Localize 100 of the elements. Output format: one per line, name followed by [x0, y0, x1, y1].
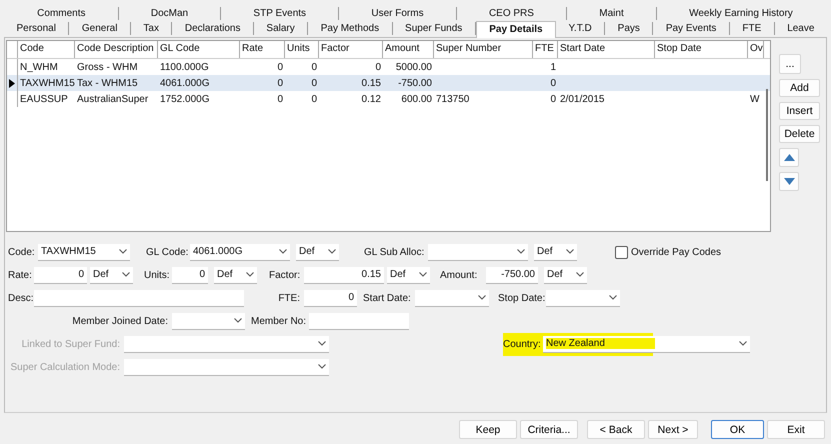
table-cell-text: N_WHM: [19, 62, 59, 72]
table-cell-text: 0: [549, 78, 557, 88]
table-cell-text: -750.00: [397, 78, 433, 88]
tab[interactable]: Pay Events: [653, 22, 730, 35]
table-cell-text: 0: [310, 62, 318, 72]
triangle-up-icon: [784, 154, 794, 161]
member-no-field[interactable]: [309, 312, 409, 330]
field-label: GL Code:: [146, 246, 190, 258]
chevron-down-icon: [119, 249, 127, 254]
mode-dropdown[interactable]: Def: [534, 244, 577, 260]
tab[interactable]: Y.T.D: [556, 22, 606, 35]
side-button[interactable]: Insert: [779, 102, 820, 120]
tab[interactable]: STP Events: [221, 7, 340, 20]
column-header[interactable]: Code Description: [75, 41, 158, 58]
column-header[interactable]: GL Code: [158, 41, 240, 58]
column-header[interactable]: Rate: [240, 41, 285, 58]
dialog-button[interactable]: Exit: [767, 420, 825, 439]
field-label: GL Sub Alloc:: [364, 246, 426, 258]
side-button[interactable]: ...: [779, 54, 801, 74]
units-field[interactable]: 0: [172, 266, 208, 284]
mode-dropdown[interactable]: Def: [296, 244, 339, 260]
dialog-button[interactable]: Criteria...: [520, 420, 578, 439]
rate-field[interactable]: 0: [34, 266, 87, 284]
tab[interactable]: Weekly Earning History: [656, 7, 825, 20]
table-cell-text: 2/01/2015: [559, 94, 606, 104]
stop-date-dropdown[interactable]: [546, 290, 620, 306]
start-date-dropdown[interactable]: [415, 290, 489, 306]
dialog-button[interactable]: OK: [711, 420, 764, 439]
row-pointer-icon: [9, 78, 15, 88]
chevron-down-icon: [122, 272, 130, 277]
tab[interactable]: DocMan: [118, 7, 222, 20]
gl-code-dropdown[interactable]: 4061.000G: [190, 244, 290, 260]
tab[interactable]: User Forms: [339, 7, 457, 20]
dialog-button[interactable]: Next >: [648, 420, 698, 439]
tab[interactable]: Maint: [567, 7, 657, 20]
move-up-button[interactable]: [779, 148, 799, 167]
tab[interactable]: General: [69, 22, 131, 35]
column-header[interactable]: Ov: [748, 41, 764, 58]
column-header[interactable]: Code: [18, 41, 75, 58]
column-header[interactable]: Stop Date: [655, 41, 748, 58]
table-cell-text: 0: [276, 62, 284, 72]
field-label: Code:: [8, 246, 36, 258]
chevron-down-icon: [419, 272, 427, 277]
field-label: Country:: [503, 338, 542, 350]
dialog-button[interactable]: < Back: [587, 420, 645, 439]
chevron-down-icon: [234, 318, 242, 323]
tab[interactable]: Salary: [254, 22, 308, 35]
tab[interactable]: Personal: [4, 22, 70, 35]
column-header[interactable]: Super Number: [434, 41, 533, 58]
field-label: Amount:: [440, 270, 478, 280]
chevron-down-icon: [328, 249, 336, 254]
tab[interactable]: Pay Methods: [308, 22, 393, 35]
side-button[interactable]: Delete: [779, 125, 820, 143]
fte-field[interactable]: 0: [304, 290, 357, 306]
mode-dropdown[interactable]: Def: [90, 266, 133, 284]
tab[interactable]: Declarations: [172, 22, 254, 35]
column-header[interactable]: FTE: [533, 41, 558, 58]
column-header[interactable]: Start Date: [558, 41, 655, 58]
tab[interactable]: Pays: [605, 22, 654, 35]
table-row[interactable]: EAUSSUP AustralianSuper 1752.000G 0 0 0.12 600.00 713750 0 2/01/2015 W: [7, 91, 770, 107]
tab[interactable]: FTE: [730, 22, 775, 35]
table-cell-text: EAUSSUP: [19, 94, 69, 104]
factor-field[interactable]: 0.15: [304, 266, 384, 284]
override-checkbox[interactable]: Override Pay Codes: [615, 246, 722, 258]
mode-dropdown[interactable]: Def: [544, 266, 587, 284]
mode-dropdown[interactable]: Def: [214, 266, 257, 284]
gl-sub-alloc-dropdown[interactable]: [428, 244, 528, 260]
amount-field[interactable]: -750.00: [486, 266, 538, 284]
column-header[interactable]: Units: [285, 41, 319, 58]
table-cell-text: 0.15: [360, 78, 382, 88]
tab[interactable]: CEO PRS: [456, 7, 568, 20]
table-cell-text: 1100.000G: [159, 62, 210, 72]
side-button[interactable]: Add: [779, 79, 820, 97]
move-down-button[interactable]: [779, 172, 799, 191]
desc-field[interactable]: [34, 290, 244, 306]
tab[interactable]: Leave: [774, 22, 827, 35]
scrollbar-thumb[interactable]: [766, 89, 768, 181]
dialog-button[interactable]: Keep: [459, 420, 517, 439]
member-joined-date-dropdown[interactable]: [172, 312, 245, 330]
table-cell-text: 1752.000G: [159, 94, 210, 104]
table-cell-text: Gross - WHM: [76, 62, 139, 72]
table-row[interactable]: TAXWHM15 Tax - WHM15 4061.000G 0 0 0.15 -750.00 0: [7, 75, 770, 91]
table-cell-text: Tax - WHM15: [76, 78, 139, 88]
column-header[interactable]: Amount: [383, 41, 434, 58]
tab[interactable]: Comments: [5, 7, 119, 20]
table-cell-text: 0: [549, 94, 557, 104]
field-label: Member No:: [251, 316, 308, 326]
tab[interactable]: Tax: [130, 22, 172, 35]
column-header[interactable]: Factor: [319, 41, 383, 58]
mode-dropdown[interactable]: Def: [387, 266, 430, 284]
code-dropdown[interactable]: TAXWHM15: [38, 244, 130, 260]
linked-super-fund-dropdown[interactable]: [124, 336, 329, 352]
country-dropdown[interactable]: New Zealand: [543, 336, 750, 352]
triangle-down-icon: [784, 178, 794, 185]
table-cell-text: 0: [310, 78, 318, 88]
super-calculation-mode-dropdown[interactable]: [124, 358, 329, 376]
chevron-down-icon: [246, 272, 254, 277]
tab[interactable]: Pay Details: [476, 21, 556, 38]
chevron-down-icon: [739, 341, 747, 346]
table-cell-text: 0: [276, 78, 284, 88]
